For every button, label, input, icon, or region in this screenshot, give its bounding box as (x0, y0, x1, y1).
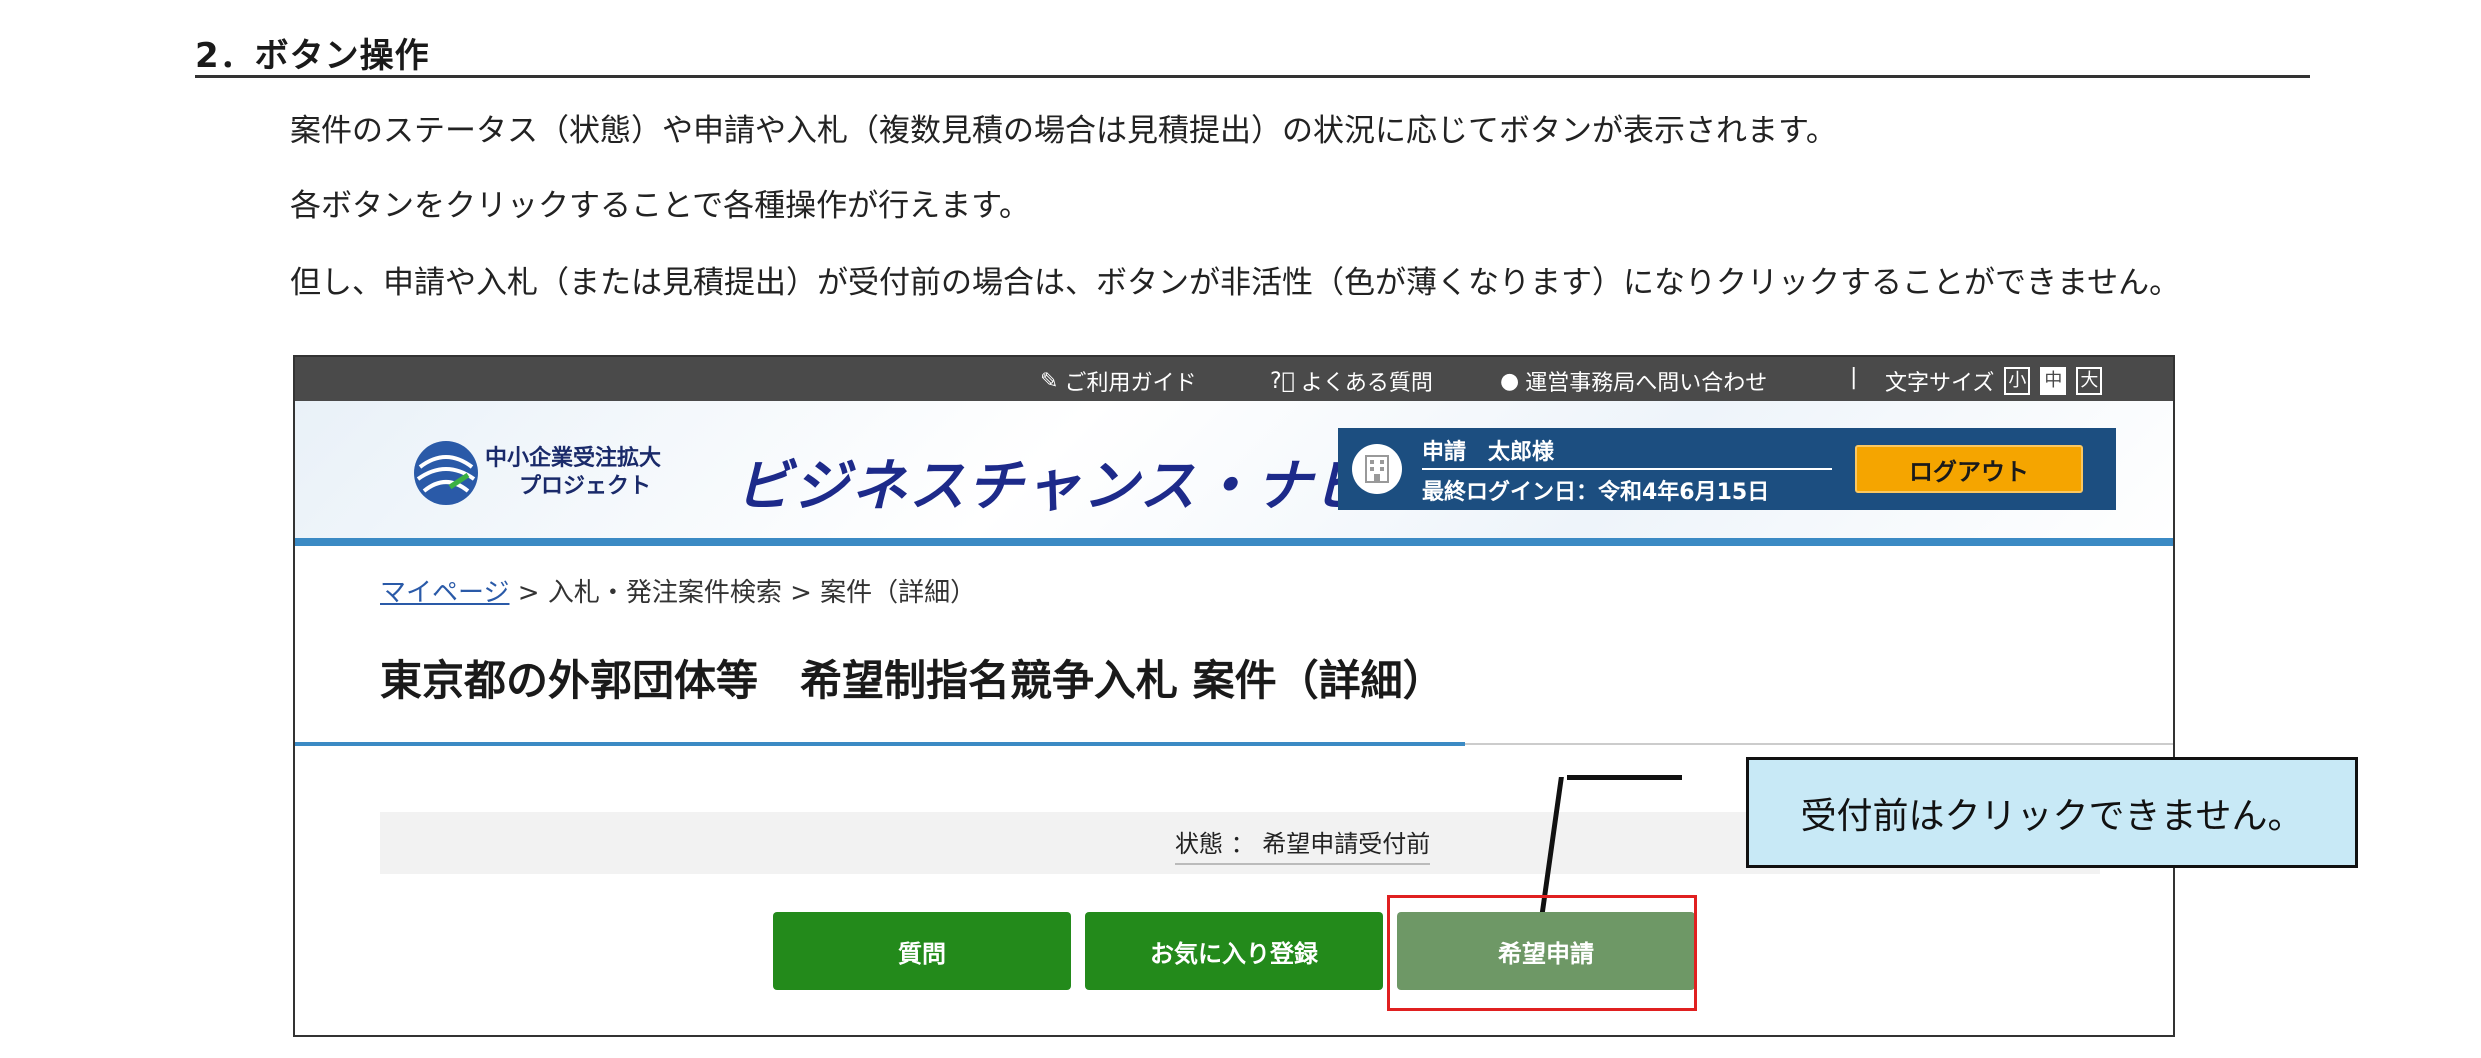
title-underline (295, 742, 1465, 746)
user-info-box: 申請 太郎様 最終ログイン日：令和4年6月15日 ログアウト (1338, 428, 2116, 510)
question-button[interactable]: 質問 (773, 912, 1071, 990)
page-title: 東京都の外郭団体等 希望制指名競争入札 案件（詳細） (380, 656, 1445, 705)
callout-leader-horizontal (1567, 775, 1682, 780)
callout-note: 受付前はクリックできません。 (1746, 757, 2358, 868)
favorite-button[interactable]: お気に入り登録 (1085, 912, 1383, 990)
site-header: 中小企業受注拡大 プロジェクト ビジネスチャンス・ナビ 申請 太郎様 最終ログイ… (295, 401, 2173, 546)
logo-line-1: 中小企業受注拡大 (485, 446, 662, 471)
section-divider (195, 75, 2310, 78)
guide-link[interactable]: ✎ ご利用ガイド (1040, 365, 1196, 397)
top-utility-bar: ✎ ご利用ガイド ?⃝ よくある質問 ● 運営事務局へ問い合わせ | 文字サイズ… (295, 357, 2173, 401)
title-underline-rest (1465, 743, 2173, 745)
faq-label: よくある質問 (1300, 371, 1433, 396)
topbar-separator: | (1850, 365, 1858, 390)
chat-bubble-icon: ● (1500, 368, 1520, 394)
brand-title[interactable]: ビジネスチャンス・ナビ (735, 441, 1371, 522)
status-text: 状態 ： 希望申請受付前 (1175, 824, 1431, 865)
guide-label: ご利用ガイド (1064, 371, 1197, 396)
user-divider (1422, 468, 1832, 470)
breadcrumb-current: 案件（詳細） (820, 578, 977, 608)
question-circle-icon: ?⃝ (1270, 368, 1295, 394)
apply-button-highlight (1387, 895, 1697, 1011)
paragraph-3: 但し、申請や入札（または見積提出）が受付前の場合は、ボタンが非活性（色が薄くなり… (290, 265, 2181, 301)
contact-link[interactable]: ● 運営事務局へ問い合わせ (1500, 365, 1767, 397)
faq-link[interactable]: ?⃝ よくある質問 (1270, 365, 1433, 397)
globe-logo-icon (414, 441, 478, 505)
breadcrumb-separator: > (509, 578, 548, 608)
pencil-icon: ✎ (1040, 368, 1059, 394)
logout-button[interactable]: ログアウト (1855, 445, 2083, 493)
manual-page: 2．ボタン操作 案件のステータス（状態）や申請や入札（複数見積の場合は見積提出）… (0, 0, 2481, 1058)
font-size-large-button[interactable]: 大 (2076, 367, 2103, 395)
user-name: 申請 太郎様 (1422, 440, 1555, 465)
font-size-medium-button[interactable]: 中 (2040, 367, 2067, 395)
embedded-screenshot: ✎ ご利用ガイド ?⃝ よくある質問 ● 運営事務局へ問い合わせ | 文字サイズ… (293, 355, 2175, 1037)
breadcrumb-separator: > (781, 578, 821, 608)
project-logo-text: 中小企業受注拡大 プロジェクト (485, 445, 661, 501)
logo-line-2: プロジェクト (519, 474, 652, 499)
contact-label: 運営事務局へ問い合わせ (1525, 371, 1768, 396)
paragraph-1: 案件のステータス（状態）や申請や入札（複数見積の場合は見積提出）の状況に応じてボ… (290, 113, 1837, 149)
section-heading: 2．ボタン操作 (195, 36, 430, 76)
breadcrumb-search: 入札・発注案件検索 (547, 578, 782, 608)
building-icon (1352, 444, 1402, 494)
font-size-small-button[interactable]: 小 (2004, 367, 2031, 395)
font-size-label: 文字サイズ (1885, 371, 1995, 396)
font-size-control: 文字サイズ 小 中 大 (1885, 365, 2103, 397)
breadcrumb-mypage-link[interactable]: マイページ (380, 578, 509, 608)
last-login-date: 最終ログイン日：令和4年6月15日 (1422, 480, 1770, 505)
paragraph-2: 各ボタンをクリックすることで各種操作が行えます。 (290, 188, 1030, 224)
breadcrumb: マイページ > 入札・発注案件検索 > 案件（詳細） (380, 572, 976, 609)
